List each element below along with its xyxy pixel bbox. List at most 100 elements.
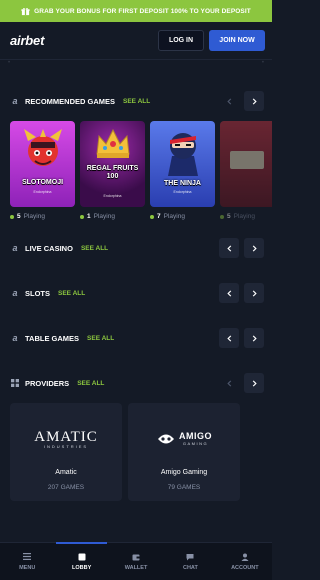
auth-buttons: LOG IN JOIN NOW — [158, 30, 265, 51]
game-title: THE NINJA — [164, 180, 201, 187]
top-header: airbet LOG IN JOIN NOW — [0, 22, 272, 60]
playing-label: Playing — [163, 213, 185, 220]
chevron-left-icon — [226, 97, 231, 105]
wallet-icon — [132, 552, 141, 561]
gift-icon — [21, 7, 30, 15]
login-button[interactable]: LOG IN — [158, 30, 204, 51]
amigo-logo-text: AMIGO — [179, 431, 212, 441]
chevron-right-icon — [252, 97, 257, 105]
playing-count-regal-fruits: 1 Playing — [80, 213, 115, 220]
playing-label: Playing — [23, 213, 45, 220]
carousel-next-button[interactable] — [244, 283, 264, 303]
nav-chat[interactable]: CHAT — [163, 543, 217, 580]
menu-icon — [23, 552, 32, 561]
see-all-link[interactable]: SEE ALL — [81, 245, 108, 252]
see-all-link[interactable]: SEE ALL — [77, 380, 104, 387]
join-button[interactable]: JOIN NOW — [209, 30, 265, 51]
airbet-a-icon: a — [12, 333, 18, 343]
chevron-right-icon — [252, 244, 257, 252]
recommended-games-header: a RECOMMENDED GAMES SEE ALL — [0, 90, 272, 112]
promo-banner[interactable]: GRAB YOUR BONUS FOR FIRST DEPOSIT 100% T… — [0, 0, 272, 22]
account-icon — [240, 552, 249, 561]
provider-game-count: 207 GAMES — [47, 484, 85, 491]
carousel-prev-button[interactable] — [219, 373, 239, 393]
recommended-games-carousel: SLOTOMOJI Endorphina REGAL FRUITS 100 En… — [10, 121, 272, 207]
carousel-next-button[interactable] — [244, 373, 264, 393]
playing-number: 5 — [227, 213, 231, 220]
promo-text: GRAB YOUR BONUS FOR FIRST DEPOSIT 100% T… — [34, 7, 251, 15]
carousel-next-button[interactable] — [244, 328, 264, 348]
online-dot — [80, 214, 84, 219]
playing-number: 5 — [17, 213, 21, 220]
chevron-left-icon — [226, 244, 231, 252]
nav-label: CHAT — [182, 565, 198, 571]
see-all-link[interactable]: SEE ALL — [123, 98, 150, 105]
carousel-arrows — [219, 328, 264, 348]
amigo-logo-sub: GAMING — [182, 441, 209, 446]
chevron-left-icon — [226, 289, 231, 297]
nav-label: ACCOUNT — [231, 565, 259, 571]
game-card-regal-fruits-100[interactable]: REGAL FRUITS 100 Endorphina — [80, 121, 145, 207]
online-dot — [150, 214, 154, 219]
amatic-logo: AMATIC INDUSTRIES — [10, 425, 122, 453]
section-title: RECOMMENDED GAMES — [25, 96, 116, 106]
chevron-right-icon — [252, 379, 257, 387]
samurai-art — [24, 129, 62, 166]
online-dot — [10, 214, 14, 219]
nav-account[interactable]: ACCOUNT — [218, 543, 272, 580]
playing-number: 7 — [157, 213, 161, 220]
nav-label: LOBBY — [71, 565, 92, 571]
nav-label: WALLET — [124, 565, 148, 571]
game-card-slotomoji[interactable]: SLOTOMOJI Endorphina — [10, 121, 75, 207]
lobby-icon — [77, 552, 86, 561]
carousel-arrows — [219, 373, 264, 393]
online-dot — [220, 214, 224, 219]
see-all-link[interactable]: SEE ALL — [58, 290, 85, 297]
section-title: TABLE GAMES — [25, 333, 80, 343]
game-card-the-ninja[interactable]: THE NINJA Endorphina — [150, 121, 215, 207]
playing-count-slotomoji: 5 Playing — [10, 213, 45, 220]
nav-wallet[interactable]: WALLET — [109, 543, 163, 580]
bottom-nav: MENU LOBBY WALLET CHAT ACCOUNT — [0, 542, 272, 580]
see-all-link[interactable]: SEE ALL — [87, 335, 114, 342]
carousel-next-button[interactable] — [244, 91, 264, 111]
chevron-left-icon — [226, 379, 231, 387]
nav-menu[interactable]: MENU — [0, 543, 54, 580]
game-art-partial — [230, 151, 264, 169]
airbet-a-icon: a — [12, 96, 18, 106]
playing-label: Playing — [233, 213, 255, 220]
airbet-logo[interactable]: airbet — [10, 33, 44, 48]
section-title: SLOTS — [25, 288, 51, 298]
carousel-prev-button[interactable] — [219, 238, 239, 258]
playing-count-partial: 5 Playing — [220, 213, 255, 220]
section-title: PROVIDERS — [25, 378, 70, 388]
airbet-a-icon: a — [12, 288, 18, 298]
chevron-right-icon — [252, 334, 257, 342]
carousel-prev-button[interactable] — [219, 91, 239, 111]
provider-card-amigo-gaming[interactable]: AMIGO GAMING Amigo Gaming 79 GAMES — [128, 403, 240, 501]
amigo-gaming-logo: AMIGO GAMING — [128, 425, 240, 453]
game-provider: Endorphina — [33, 190, 52, 194]
provider-card-amatic[interactable]: AMATIC INDUSTRIES Amatic 207 GAMES — [10, 403, 122, 501]
scrolled-content-edge: • • — [8, 60, 264, 66]
amatic-logo-text: AMATIC — [34, 428, 98, 445]
carousel-prev-button[interactable] — [219, 283, 239, 303]
game-title: SLOTOMOJI — [21, 179, 64, 186]
playing-number: 1 — [87, 213, 91, 220]
providers-header: PROVIDERS SEE ALL — [0, 372, 272, 394]
grid-icon — [10, 378, 20, 388]
chevron-right-icon — [252, 289, 257, 297]
provider-game-count: 79 GAMES — [167, 484, 201, 491]
live-casino-header: a LIVE CASINO SEE ALL — [0, 237, 272, 259]
game-card-partial[interactable] — [220, 121, 272, 207]
carousel-prev-button[interactable] — [219, 328, 239, 348]
game-provider: Endorphina — [173, 190, 192, 194]
ninja-art — [168, 133, 198, 176]
game-provider: Endorphina — [103, 194, 122, 198]
carousel-arrows — [219, 91, 264, 111]
nav-lobby[interactable]: LOBBY — [54, 542, 108, 580]
chat-icon — [186, 552, 195, 561]
amigo-logo-mark — [158, 434, 174, 444]
carousel-next-button[interactable] — [244, 238, 264, 258]
game-title: REGAL FRUITS 100 — [86, 165, 139, 180]
